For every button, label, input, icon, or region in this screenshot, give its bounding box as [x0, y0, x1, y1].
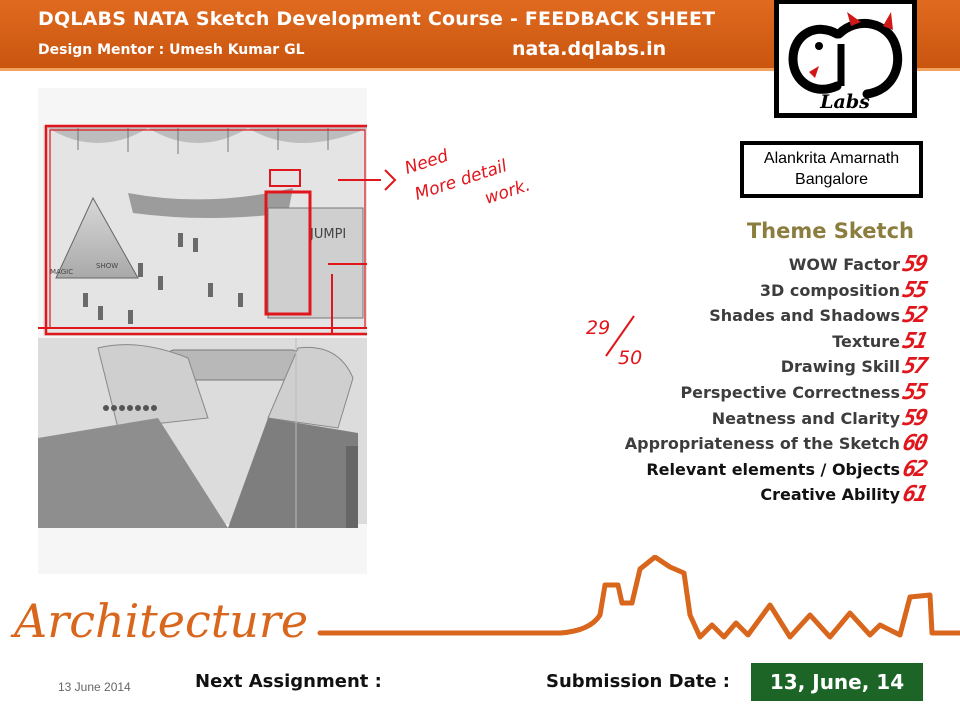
student-name: Alankrita Amarnath: [763, 150, 900, 167]
sign-magic: MAGIC: [50, 268, 73, 276]
criteria-perspective: Perspective Correctness: [680, 382, 900, 402]
student-sketch: JUMPI MAGIC SHOW: [38, 88, 371, 574]
score-neatness: 59: [900, 405, 929, 431]
criteria-shades-shadows: Shades and Shadows: [709, 306, 900, 326]
sign-show: SHOW: [96, 262, 118, 270]
mentor-annotation: Need More detail work.: [345, 140, 565, 220]
criteria-relevant-elements: Relevant elements / Objects: [646, 459, 900, 479]
theme-sketch-title: Theme Sketch: [746, 219, 914, 243]
criteria-appropriateness: Appropriateness of the Sketch: [624, 434, 900, 454]
submission-date-label: Submission Date :: [546, 671, 730, 692]
score-wow-factor: 59: [900, 252, 929, 277]
score-drawing-skill: 57: [900, 354, 929, 380]
score-list: 59 55 52 51 57 55 59 60 62 61: [900, 252, 955, 508]
logo-text: Labs: [819, 91, 870, 113]
design-mentor: Design Mentor : Umesh Kumar GL: [38, 42, 305, 58]
architecture-word: Architecture: [10, 594, 308, 648]
annotation-arrow: Need More detail work.: [345, 146, 533, 209]
score-texture: 51: [900, 328, 929, 354]
annotation-line-1: Need: [402, 146, 451, 179]
criteria-creative-ability: Creative Ability: [760, 485, 900, 505]
criteria-texture: Texture: [832, 331, 900, 351]
footer-date: 13 June 2014: [58, 680, 131, 694]
criteria-3d-composition: 3D composition: [759, 280, 900, 300]
criteria-drawing-skill: Drawing Skill: [780, 357, 900, 377]
logo-graphic: Labs: [788, 12, 903, 113]
sign-jumpi: JUMPI: [309, 227, 346, 242]
score-relevant-elements: 62: [900, 456, 929, 482]
score-perspective: 55: [900, 379, 929, 405]
score-creative-ability: 61: [900, 482, 929, 508]
student-info-box: Alankrita Amarnath Bangalore: [740, 141, 923, 198]
criteria-neatness: Neatness and Clarity: [711, 408, 900, 428]
skyline-graphic: Architecture: [10, 554, 960, 648]
architecture-skyline-decoration: Architecture: [0, 554, 960, 660]
website-url: nata.dqlabs.in: [512, 38, 667, 60]
sketch-drawing: JUMPI MAGIC SHOW: [38, 124, 371, 528]
header-title: DQLABS NATA Sketch Development Course - …: [38, 8, 716, 30]
dqlabs-logo: Labs: [774, 0, 917, 118]
score-shades-shadows: 52: [900, 303, 929, 329]
submission-date-value: 13, June, 14: [751, 663, 923, 701]
student-city: Bangalore: [795, 171, 868, 188]
criteria-list: WOW Factor 3D composition Shades and Sha…: [560, 252, 900, 508]
score-appropriateness: 60: [900, 431, 929, 457]
score-3d-composition: 55: [900, 277, 929, 303]
criteria-wow-factor: WOW Factor: [788, 255, 900, 274]
next-assignment-label: Next Assignment :: [195, 671, 382, 692]
